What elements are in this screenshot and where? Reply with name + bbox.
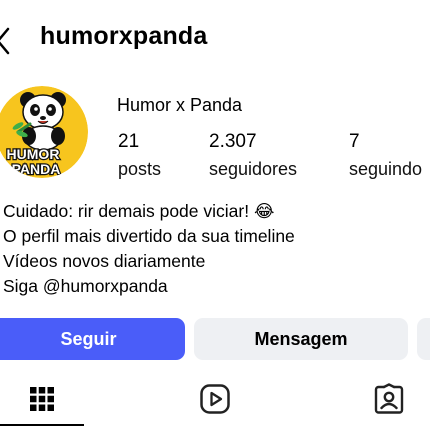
follow-button[interactable]: Seguir (0, 318, 185, 360)
message-button[interactable]: Mensagem (194, 318, 408, 360)
bio-line: Cuidado: rir demais pode viciar! 😂 (3, 201, 275, 221)
stat-following[interactable]: 7 seguindo (349, 131, 422, 181)
posts-label: posts (118, 159, 162, 179)
followers-count: 2.307 (209, 131, 257, 152)
panda-logo-image: HUMOR PANDA (0, 86, 88, 178)
bio-line: O perfil mais divertido da sua timeline (3, 226, 295, 246)
profile-bio: Cuidado: rir demais pode viciar! 😂 O per… (3, 199, 295, 299)
tab-tagged[interactable] (347, 374, 430, 424)
bio-line: Siga @humorxpanda (3, 276, 168, 296)
posts-count: 21 (118, 131, 140, 152)
suggested-accounts-button[interactable] (417, 318, 430, 360)
reels-icon (200, 384, 230, 414)
tagged-icon (374, 383, 404, 414)
active-tab-indicator (0, 424, 84, 426)
bio-line: Vídeos novos diariamente (3, 251, 206, 271)
logo-text-bottom: PANDA (12, 161, 61, 177)
following-count: 7 (349, 131, 360, 152)
following-label: seguindo (349, 159, 423, 179)
stat-followers[interactable]: 2.307 seguidores (209, 131, 297, 181)
tab-reels[interactable] (173, 374, 257, 424)
stat-posts: 21 posts (118, 131, 161, 181)
back-arrow-icon[interactable] (0, 26, 12, 56)
logo-text-top: HUMOR (7, 146, 60, 162)
followers-label: seguidores (209, 159, 298, 179)
profile-display-name: Humor x Panda (117, 95, 243, 115)
profile-username: humorxpanda (40, 22, 208, 50)
grid-icon (30, 387, 54, 411)
profile-avatar[interactable]: HUMOR PANDA (0, 86, 88, 178)
tab-posts-grid[interactable] (0, 374, 84, 424)
